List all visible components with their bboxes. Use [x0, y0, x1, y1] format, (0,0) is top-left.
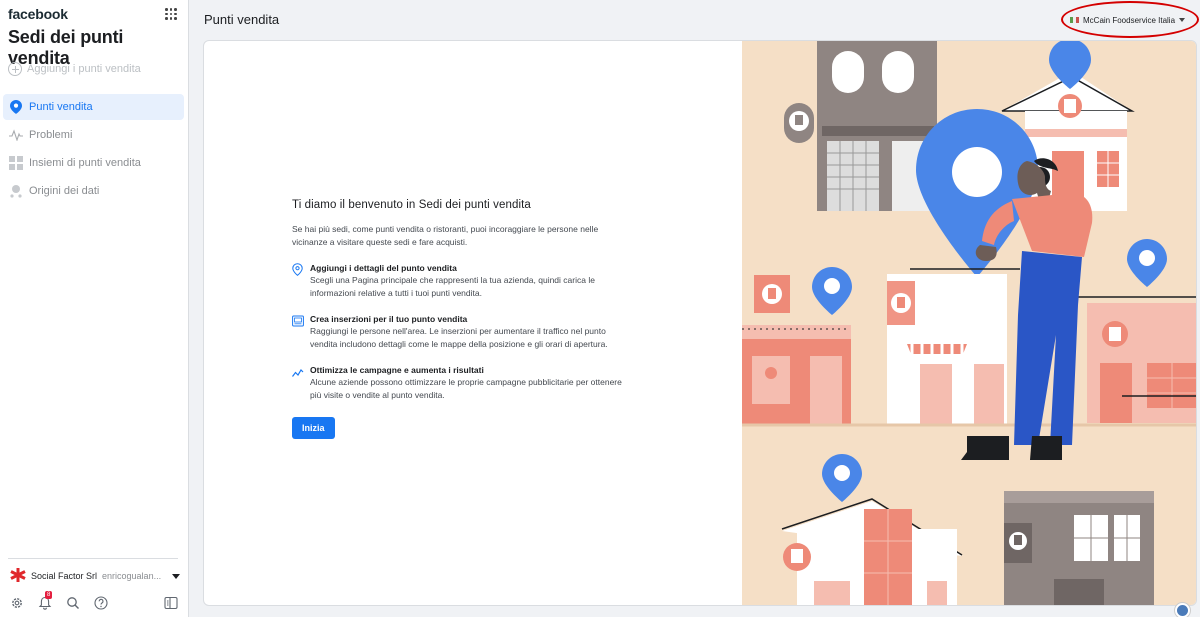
feature-title: Ottimizza le campagne e aumenta i risult… — [310, 365, 484, 375]
start-button[interactable]: Inizia — [292, 417, 335, 439]
grid-icon — [9, 156, 23, 170]
sidebar-item-punti-vendita[interactable]: Punti vendita — [3, 94, 184, 120]
location-pin-outline-icon — [292, 263, 304, 276]
welcome-panel: Ti diamo il benvenuto in Sedi dei punti … — [292, 199, 622, 439]
divider — [8, 558, 178, 559]
sidebar-nav: Punti vendita Problemi Insiemi di punti … — [3, 94, 184, 206]
location-pin-icon — [9, 100, 23, 114]
sidebar-item-origini[interactable]: Origini dei dati — [3, 178, 184, 204]
data-source-icon — [9, 184, 23, 198]
sidebar-item-insiemi[interactable]: Insiemi di punti vendita — [3, 150, 184, 176]
sidebar: facebook Sedi dei punti vendita Aggiungi… — [0, 0, 189, 617]
chevron-down-icon — [172, 573, 180, 579]
sidebar-item-problemi[interactable]: Problemi — [3, 122, 184, 148]
ad-preview-icon — [292, 314, 304, 327]
account-name: Social Factor Srl — [31, 571, 98, 581]
feature-title: Aggiungi i dettagli del punto vendita — [310, 263, 457, 273]
notification-badge: 8 — [45, 591, 53, 599]
sidebar-item-label: Problemi — [29, 129, 73, 141]
sidebar-item-label: Origini dei dati — [29, 185, 100, 197]
trend-chart-icon — [292, 365, 304, 377]
feature-item: Crea inserzioni per il tuo punto vendita… — [292, 313, 622, 351]
panel-toggle-icon[interactable] — [163, 595, 178, 610]
feature-desc: Alcune aziende possono ottimizzare le pr… — [310, 377, 622, 400]
sidebar-item-label: Punti vendita — [29, 101, 93, 113]
globe-help-icon[interactable] — [1175, 603, 1190, 617]
welcome-intro: Se hai più sedi, come punti vendita o ri… — [292, 224, 599, 247]
gear-icon[interactable] — [9, 595, 24, 610]
plus-circle-icon — [8, 62, 22, 76]
business-logo-icon — [10, 568, 26, 584]
sidebar-toolbar: 8 — [9, 591, 179, 611]
facebook-logo[interactable]: facebook — [8, 6, 68, 22]
account-user: enricogualan... — [102, 571, 162, 581]
welcome-card: Ti diamo il benvenuto in Sedi dei punti … — [203, 40, 1197, 606]
feature-item: Aggiungi i dettagli del punto vendita Sc… — [292, 262, 622, 300]
pulse-icon — [9, 128, 23, 142]
bell-icon[interactable]: 8 — [37, 591, 53, 610]
feature-title: Crea inserzioni per il tuo punto vendita — [310, 314, 468, 324]
white-store-middle — [887, 268, 1020, 424]
page-title: Punti vendita — [204, 12, 280, 27]
welcome-title: Ti diamo il benvenuto in Sedi dei punti … — [292, 199, 531, 211]
highlight-annotation — [1061, 1, 1199, 38]
search-icon[interactable] — [65, 595, 80, 610]
feature-desc: Scegli una Pagina principale che rappres… — [310, 275, 595, 298]
feature-item: Ottimizza le campagne e aumenta i risult… — [292, 364, 622, 402]
account-selector[interactable]: Social Factor Srl enricogualan... — [10, 568, 180, 584]
apps-grid-icon[interactable] — [165, 8, 177, 20]
feature-desc: Raggiungi le persone nell'area. Le inser… — [310, 326, 608, 349]
sidebar-item-label: Insiemi di punti vendita — [29, 157, 141, 169]
help-icon[interactable] — [93, 595, 108, 610]
add-locations-label: Aggiungi i punti vendita — [27, 63, 141, 75]
stores-illustration — [742, 41, 1196, 605]
add-locations-button[interactable]: Aggiungi i punti vendita — [8, 62, 141, 76]
